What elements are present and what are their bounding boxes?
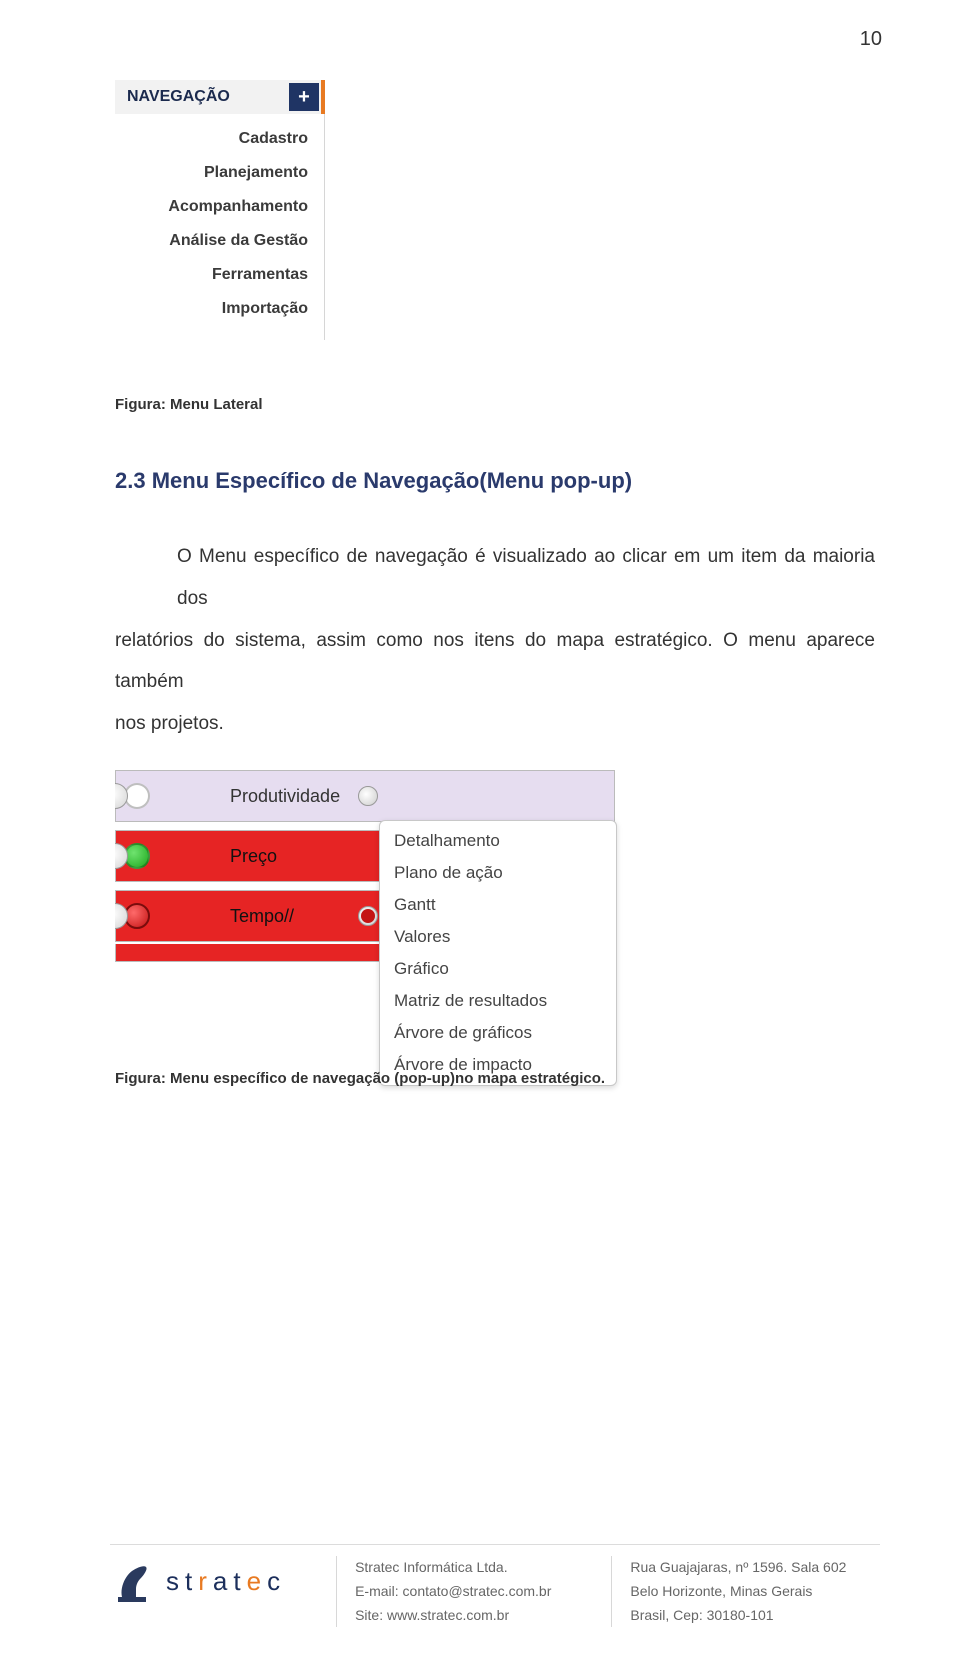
para-line-3: nos projetos. bbox=[115, 703, 875, 745]
row-handle-icon bbox=[102, 843, 128, 869]
menu-item-gantt[interactable]: Gantt bbox=[380, 889, 616, 921]
menu-item-valores[interactable]: Valores bbox=[380, 921, 616, 953]
plus-icon: + bbox=[298, 86, 310, 109]
footer-logo: stratec bbox=[110, 1556, 286, 1606]
page-footer: stratec Stratec Informática Ltda. E-mail… bbox=[0, 1514, 960, 1664]
menu-item-plano-de-acao[interactable]: Plano de ação bbox=[380, 857, 616, 889]
brand-letter: t bbox=[233, 1566, 246, 1596]
row-label: Preço bbox=[230, 846, 277, 867]
row-handle-icon bbox=[102, 903, 128, 929]
row-handle-icon bbox=[102, 783, 128, 809]
brand-letter: t bbox=[185, 1566, 198, 1596]
brand-letter: r bbox=[198, 1566, 213, 1596]
row-label: Tempo// bbox=[230, 906, 294, 927]
expand-button[interactable]: + bbox=[289, 83, 319, 111]
sidebar-item-analise[interactable]: Análise da Gestão bbox=[169, 224, 308, 258]
caption-prefix: Figura: bbox=[115, 396, 170, 413]
node-dot-icon bbox=[358, 786, 378, 806]
row-label: Produtividade bbox=[230, 786, 340, 807]
map-row-produtividade[interactable]: Produtividade bbox=[115, 770, 615, 822]
caption-text: Menu Lateral bbox=[170, 396, 263, 413]
menu-item-arvore-graficos[interactable]: Árvore de gráficos bbox=[380, 1017, 616, 1049]
caption-prefix: Figura: bbox=[115, 1070, 170, 1087]
node-dot-red-icon bbox=[358, 906, 378, 926]
menu-item-grafico[interactable]: Gráfico bbox=[380, 953, 616, 985]
footer-company-name: Stratec Informática Ltda. bbox=[355, 1556, 551, 1580]
para-line-2: relatórios do sistema, assim como nos it… bbox=[115, 620, 875, 704]
footer-email: E-mail: contato@stratec.com.br bbox=[355, 1580, 551, 1604]
caption-text: Menu específico de navegação (pop-up)no … bbox=[170, 1070, 605, 1087]
sidebar-header-label: NAVEGAÇÃO bbox=[115, 82, 289, 112]
sidebar-item-planejamento[interactable]: Planejamento bbox=[204, 156, 308, 190]
brand-letter: s bbox=[166, 1566, 185, 1596]
footer-street: Rua Guajajaras, nº 1596. Sala 602 bbox=[630, 1556, 846, 1580]
menu-item-matriz[interactable]: Matriz de resultados bbox=[380, 985, 616, 1017]
brand-letter: e bbox=[247, 1566, 267, 1596]
footer-city: Belo Horizonte, Minas Gerais bbox=[630, 1580, 846, 1604]
footer-address: Rua Guajajaras, nº 1596. Sala 602 Belo H… bbox=[611, 1556, 846, 1627]
sidebar-menu-figure: NAVEGAÇÃO + Cadastro Planejamento Acompa… bbox=[115, 80, 325, 340]
figure-1-caption: Figura: Menu Lateral bbox=[115, 396, 263, 414]
para-line-1: O Menu específico de navegação é visuali… bbox=[177, 536, 875, 620]
sidebar-header: NAVEGAÇÃO + bbox=[115, 80, 325, 114]
knight-icon bbox=[110, 1556, 152, 1606]
sidebar-item-importacao[interactable]: Importação bbox=[222, 292, 308, 326]
footer-divider bbox=[110, 1544, 880, 1545]
sidebar-list: Cadastro Planejamento Acompanhamento Aná… bbox=[115, 114, 325, 340]
footer-country-zip: Brasil, Cep: 30180-101 bbox=[630, 1604, 846, 1628]
page-number: 10 bbox=[860, 28, 882, 51]
context-menu: Detalhamento Plano de ação Gantt Valores… bbox=[379, 820, 617, 1086]
body-paragraph: O Menu específico de navegação é visuali… bbox=[115, 536, 875, 745]
footer-company-info: Stratec Informática Ltda. E-mail: contat… bbox=[336, 1556, 551, 1627]
brand-letter: a bbox=[213, 1566, 233, 1596]
section-heading: 2.3 Menu Específico de Navegação(Menu po… bbox=[115, 468, 632, 494]
sidebar-item-cadastro[interactable]: Cadastro bbox=[239, 122, 308, 156]
popup-figure: Produtividade Preço Tempo// Detalhamento… bbox=[115, 770, 615, 962]
menu-item-detalhamento[interactable]: Detalhamento bbox=[380, 825, 616, 857]
footer-site: Site: www.stratec.com.br bbox=[355, 1604, 551, 1628]
sidebar-item-acompanhamento[interactable]: Acompanhamento bbox=[168, 190, 308, 224]
sidebar-item-ferramentas[interactable]: Ferramentas bbox=[212, 258, 308, 292]
figure-2-caption: Figura: Menu específico de navegação (po… bbox=[115, 1070, 605, 1088]
brand-name: stratec bbox=[166, 1566, 286, 1597]
brand-letter: c bbox=[267, 1566, 286, 1596]
